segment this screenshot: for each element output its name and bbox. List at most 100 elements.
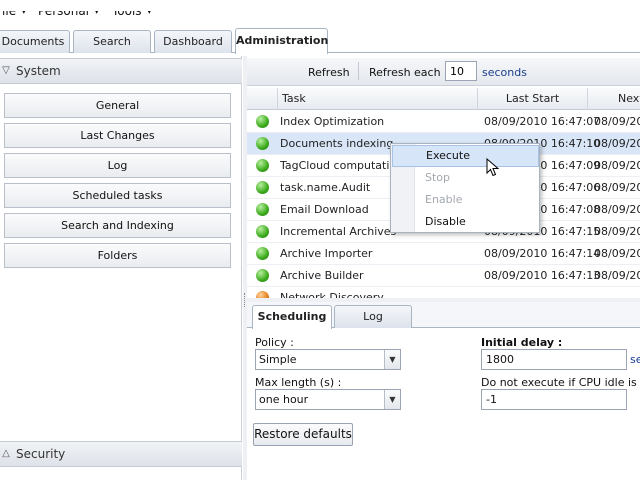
task-name: TagCloud computation	[280, 159, 404, 172]
admin-log-button[interactable]: Log	[4, 153, 231, 178]
next-start: 08/09/2010	[594, 115, 640, 128]
button-label: Search and Indexing	[61, 219, 174, 232]
tab-search-label: Search	[93, 35, 131, 48]
policy-select[interactable]: Simple ▼	[255, 349, 401, 370]
chevron-down-icon[interactable]: ▼	[384, 350, 400, 369]
button-label: Scheduled tasks	[72, 189, 163, 202]
tab-label: Scheduling	[257, 310, 327, 323]
button-label: Last Changes	[80, 129, 155, 142]
refresh-interval-input[interactable]	[445, 61, 477, 81]
cpu-idle-input[interactable]: -1	[481, 389, 627, 410]
tab-scheduling[interactable]: Scheduling	[252, 305, 332, 329]
task-name: Incremental Archives	[280, 225, 397, 238]
table-row[interactable]: Network Discovery	[247, 287, 640, 298]
policy-label: Policy :	[255, 336, 294, 349]
status-green-icon	[256, 159, 269, 172]
column-label: Next	[618, 92, 640, 105]
admin-search-indexing-button[interactable]: Search and Indexing	[4, 213, 231, 238]
button-label: Folders	[97, 249, 138, 262]
context-execute[interactable]: Execute	[392, 145, 539, 167]
button-label: General	[95, 99, 140, 112]
status-green-icon	[256, 115, 269, 128]
system-section-header[interactable]: ▽ System	[0, 58, 242, 84]
next-column-header[interactable]: Next	[587, 88, 640, 110]
tab-dashboard[interactable]: Dashboard	[154, 30, 232, 53]
tab-log[interactable]: Log	[334, 305, 412, 328]
security-section-header[interactable]: △ Security	[0, 441, 242, 467]
task-name: Network Discovery	[280, 291, 384, 298]
button-label: Restore defaults	[254, 427, 352, 441]
context-menu: Execute Stop Enable Disable	[390, 143, 540, 233]
button-label: Log	[107, 159, 128, 172]
tab-documents[interactable]: Documents	[0, 30, 70, 53]
task-name: Index Optimization	[280, 115, 385, 128]
main-tabs: Documents Search Dashboard Administratio…	[0, 28, 640, 54]
cpu-idle-label: Do not execute if CPU idle is less	[481, 376, 640, 389]
menu-item-label: Stop	[425, 171, 451, 184]
admin-folders-button[interactable]: Folders	[4, 243, 231, 268]
status-orange-icon	[256, 291, 269, 298]
chevron-down-icon[interactable]: ▼	[384, 390, 400, 409]
status-green-icon	[256, 203, 269, 216]
initial-delay-input[interactable]: 1800	[481, 349, 627, 370]
system-section-title: System	[16, 64, 61, 78]
splitter-grip-icon[interactable]	[244, 293, 246, 307]
context-disable[interactable]: Disable	[392, 211, 539, 233]
column-label: Task	[282, 92, 306, 105]
mouse-pointer-icon	[486, 158, 500, 177]
toolbar-separator	[358, 62, 359, 80]
next-start: 08/09/2010	[594, 225, 640, 238]
next-start: 08/09/2010	[594, 269, 640, 282]
status-green-icon	[256, 269, 269, 282]
next-start: 08/09/2010	[594, 181, 640, 194]
left-panel: ▽ System General Last Changes Log Schedu…	[0, 56, 242, 480]
menu-bar-clip	[0, 0, 640, 11]
tab-dashboard-label: Dashboard	[163, 35, 223, 48]
status-green-icon	[256, 225, 269, 238]
restore-defaults-button[interactable]: Restore defaults	[253, 423, 353, 446]
status-green-icon	[256, 247, 269, 260]
chevron-up-icon: △	[2, 448, 10, 459]
admin-last-changes-button[interactable]: Last Changes	[4, 123, 231, 148]
refresh-label: Refresh	[308, 66, 350, 79]
tasks-grid-header: Task Last Start Next	[247, 88, 640, 110]
refresh-button[interactable]: Refresh	[308, 66, 350, 79]
tasks-toolbar	[247, 58, 640, 86]
tab-administration[interactable]: Administration	[235, 28, 328, 54]
tab-label: Log	[363, 310, 383, 323]
menu-item-label: Execute	[426, 149, 470, 162]
chevron-down-icon: ▽	[2, 65, 10, 76]
context-stop: Stop	[392, 167, 539, 189]
column-label: Last Start	[505, 92, 560, 105]
task-name: task.name.Audit	[280, 181, 371, 194]
last-start-column-header[interactable]: Last Start	[477, 88, 587, 110]
tab-search[interactable]: Search	[73, 30, 151, 53]
status-green-icon	[256, 137, 269, 150]
next-start: 08/09/2010	[594, 247, 640, 260]
max-length-select[interactable]: one hour ▼	[255, 389, 401, 410]
policy-value: Simple	[259, 353, 297, 366]
next-start: 08/09/2010	[594, 137, 640, 150]
menu-item-label: Enable	[425, 193, 463, 206]
initial-delay-unit: se	[630, 353, 640, 366]
last-start: 08/09/2010 16:47:07	[484, 115, 601, 128]
task-name: Archive Builder	[280, 269, 364, 282]
context-enable: Enable	[392, 189, 539, 211]
status-column-header[interactable]	[247, 88, 277, 110]
menu-item-label: Disable	[425, 215, 466, 228]
task-column-header[interactable]: Task	[277, 88, 477, 110]
max-length-label: Max length (s) :	[255, 376, 342, 389]
tab-documents-label: Documents	[1, 35, 65, 48]
admin-scheduled-tasks-button[interactable]: Scheduled tasks	[4, 183, 231, 208]
task-name: Documents indexing	[280, 137, 394, 150]
task-name: Email Download	[280, 203, 369, 216]
admin-general-button[interactable]: General	[4, 93, 231, 118]
table-row[interactable]: Archive Builder 08/09/2010 16:47:13 08/0…	[247, 265, 640, 287]
last-start: 08/09/2010 16:47:13	[484, 269, 601, 282]
initial-delay-label: Initial delay :	[481, 336, 563, 349]
table-row[interactable]: Index Optimization 08/09/2010 16:47:07 0…	[247, 111, 640, 133]
next-start: 08/09/2010	[594, 203, 640, 216]
table-row[interactable]: Archive Importer 08/09/2010 16:47:14 08/…	[247, 243, 640, 265]
task-name: Archive Importer	[280, 247, 373, 260]
next-start: 08/09/2010	[594, 159, 640, 172]
